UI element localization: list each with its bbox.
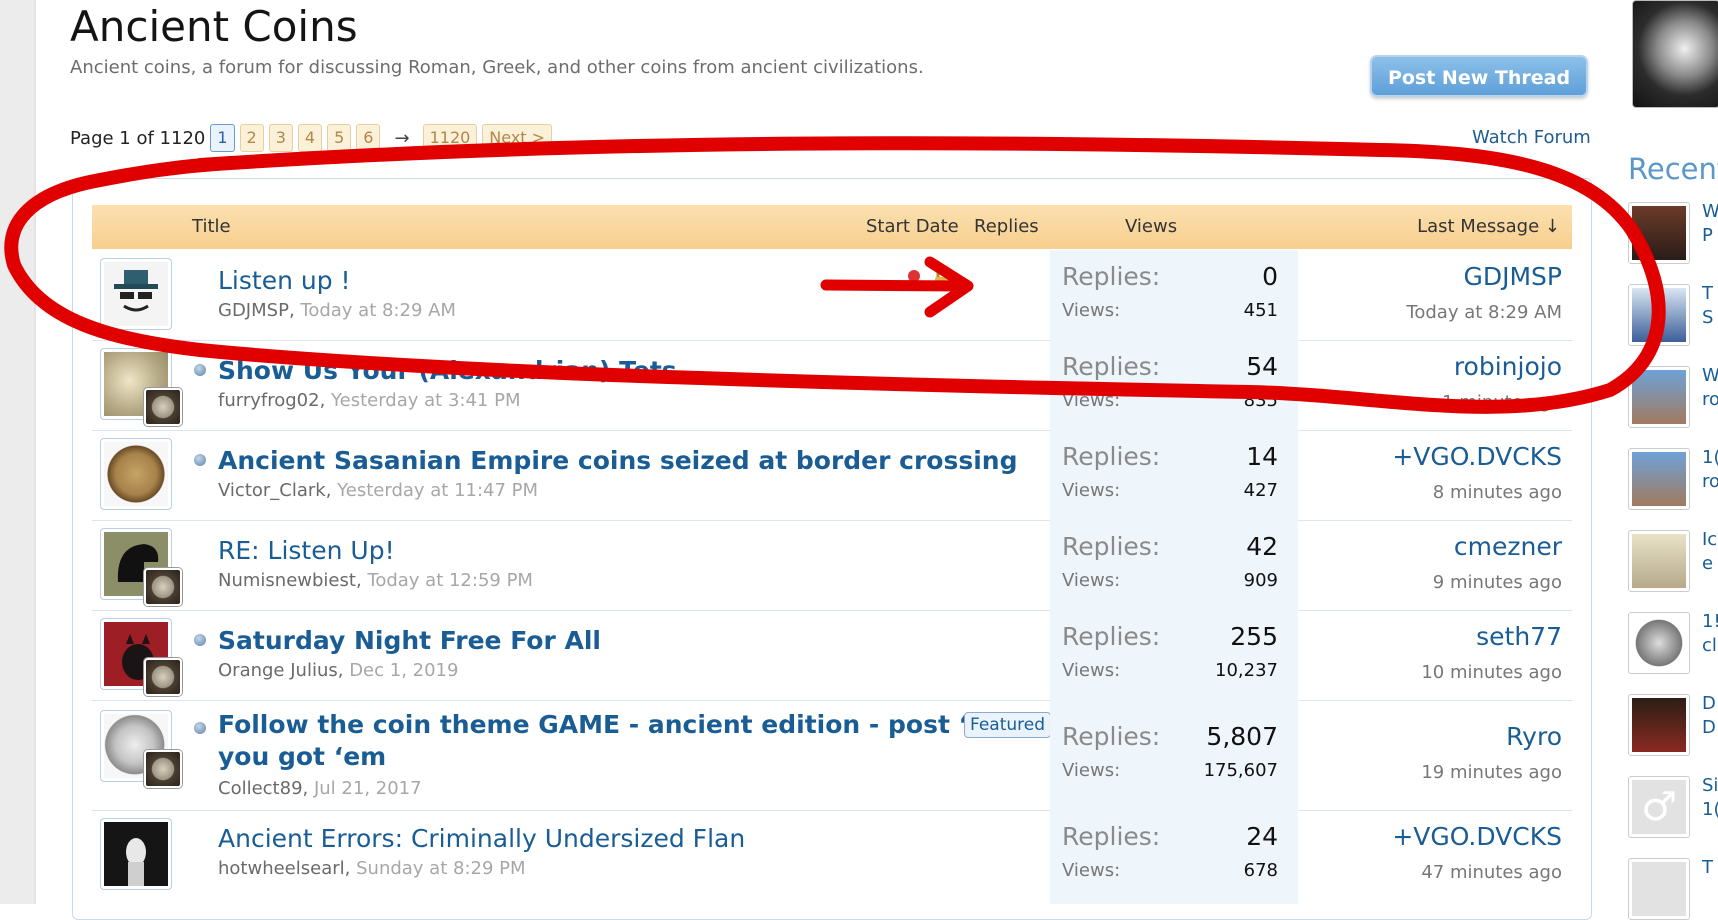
red-annotation-overlay (4, 136, 1666, 414)
red-circle-annotation (4, 136, 1666, 414)
red-arrow-annotation (820, 256, 974, 318)
